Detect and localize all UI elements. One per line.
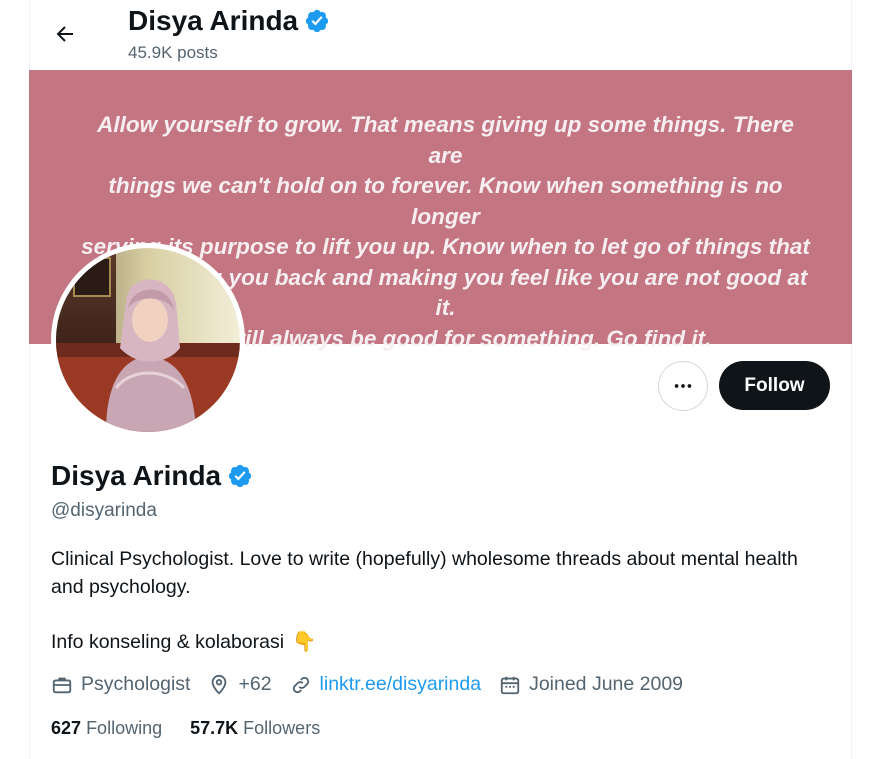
meta-location: +62 bbox=[208, 673, 272, 696]
header-post-count: 45.9K posts bbox=[128, 43, 218, 62]
profession-text: Psychologist bbox=[81, 673, 191, 695]
followers-link[interactable]: 57.7K Followers bbox=[190, 718, 320, 739]
location-text: +62 bbox=[238, 673, 272, 695]
more-icon bbox=[674, 384, 692, 388]
profile-stats: 627 Following 57.7K Followers bbox=[51, 718, 348, 739]
following-link[interactable]: 627 Following bbox=[51, 718, 162, 739]
profile-name-text: Disya Arinda bbox=[51, 460, 222, 491]
profile-handle: @disyarinda bbox=[51, 500, 157, 521]
website-link[interactable]: linktr.ee/disyarinda bbox=[320, 673, 482, 696]
bio-line2-text: Info konseling & kolaborasi bbox=[51, 631, 285, 653]
header-title: Disya Arinda bbox=[128, 5, 330, 37]
more-options-button[interactable] bbox=[658, 361, 708, 411]
following-label: Following bbox=[86, 718, 163, 738]
avatar-ring bbox=[51, 243, 245, 437]
link-icon bbox=[292, 676, 309, 693]
location-pin-icon bbox=[212, 674, 227, 695]
profile-meta: Psychologist +62 linktr.ee/disyarinda Jo… bbox=[51, 673, 701, 696]
avatar-photo bbox=[56, 248, 240, 432]
back-button[interactable] bbox=[45, 14, 85, 54]
profile-bio: Clinical Psychologist. Love to write (ho… bbox=[51, 548, 798, 598]
followers-label: Followers bbox=[243, 718, 321, 738]
following-count: 627 bbox=[51, 718, 82, 738]
profile-name: Disya Arinda bbox=[51, 460, 253, 492]
follow-button[interactable]: Follow bbox=[719, 361, 830, 410]
pointing-down-emoji: 👇 bbox=[292, 631, 317, 653]
followers-count: 57.7K bbox=[190, 718, 239, 738]
verified-badge-icon bbox=[306, 9, 329, 33]
calendar-icon bbox=[500, 676, 520, 694]
meta-joined: Joined June 2009 bbox=[499, 673, 683, 696]
meta-link: linktr.ee/disyarinda bbox=[290, 673, 482, 696]
profile-bio-line2: Info konseling & kolaborasi 👇 bbox=[51, 628, 316, 656]
verified-badge-icon[interactable] bbox=[227, 463, 253, 489]
meta-profession: Psychologist bbox=[51, 673, 190, 696]
back-arrow-icon bbox=[56, 26, 73, 42]
header-name-text: Disya Arinda bbox=[128, 5, 299, 36]
joined-text: Joined June 2009 bbox=[529, 673, 684, 695]
avatar[interactable] bbox=[56, 248, 240, 432]
briefcase-icon bbox=[52, 677, 72, 693]
